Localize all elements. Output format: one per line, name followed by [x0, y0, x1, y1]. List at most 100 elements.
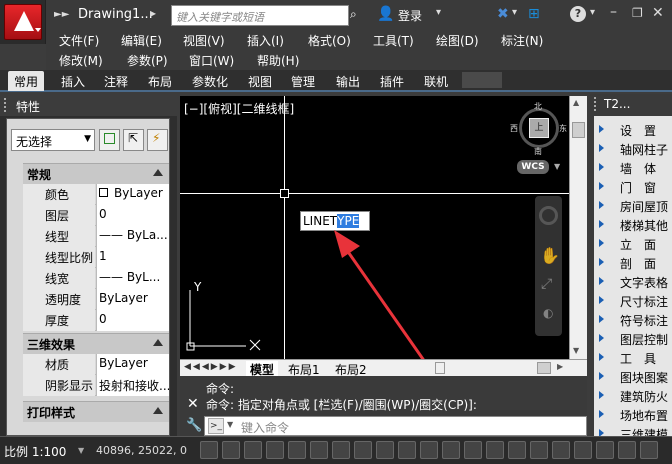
close-command-icon[interactable]: ✕ [187, 396, 199, 412]
annotation-scale[interactable]: 比例 1:100 [4, 443, 66, 460]
grip-icon[interactable] [594, 97, 598, 111]
grip-icon[interactable] [4, 98, 8, 112]
menu-help[interactable]: 帮助(H) [257, 52, 299, 69]
section-plot-style[interactable]: 打印样式 [23, 401, 169, 422]
section-general[interactable]: 常规 [23, 163, 169, 184]
ortho-mode-icon[interactable] [244, 441, 262, 459]
menu-dimension[interactable]: 标注(N) [501, 32, 543, 49]
workspace-switch-icon[interactable] [596, 441, 614, 459]
menu-tools[interactable]: 工具(T) [373, 32, 414, 49]
list-item[interactable]: 建筑防火 [594, 386, 672, 405]
list-item[interactable]: 楼梯其他 [594, 215, 672, 234]
property-row[interactable]: 颜色 ByLayer [23, 184, 169, 205]
property-row[interactable]: 材质 ByLayer [23, 354, 169, 375]
list-item[interactable]: 轴网柱子 [594, 139, 672, 158]
tab-view[interactable]: 视图 [248, 73, 272, 90]
property-row[interactable]: 线型比例 1 [23, 247, 169, 268]
property-value[interactable]: ByLayer [96, 184, 169, 205]
title-more-icon[interactable]: ▸ [150, 6, 156, 20]
property-row[interactable]: 线型 —— ByLa... [23, 226, 169, 247]
close-icon[interactable]: ✕ [652, 5, 664, 21]
property-value[interactable]: 投射和接收... [96, 375, 169, 396]
list-item[interactable]: 门 窗 [594, 177, 672, 196]
tab-layout[interactable]: 布局 [148, 73, 172, 90]
quick-select-button[interactable]: ⚡ [147, 129, 168, 151]
zoom-status-icon[interactable] [574, 441, 592, 459]
quick-view-layouts-icon[interactable] [508, 441, 526, 459]
lock-icon[interactable] [618, 441, 636, 459]
menu-file[interactable]: 文件(F) [59, 32, 99, 49]
quick-properties-icon[interactable] [442, 441, 460, 459]
command-dropdown-icon[interactable]: ▼ [227, 420, 233, 429]
tab-output[interactable]: 输出 [336, 73, 360, 90]
clean-screen-icon[interactable] [640, 441, 658, 459]
tab-annotate[interactable]: 注释 [104, 73, 128, 90]
tab-nav-icons[interactable]: ◀◀◀▶▶▶ [184, 362, 238, 372]
lineweight-icon[interactable] [398, 441, 416, 459]
connect-icon[interactable]: ⊞ [528, 6, 540, 22]
list-item[interactable]: 文字表格 [594, 272, 672, 291]
quick-view-drawings-icon[interactable] [530, 441, 548, 459]
exchange-dropdown-icon[interactable]: ▾ [512, 7, 517, 18]
list-item[interactable]: 场地布置 [594, 405, 672, 424]
model-space-icon[interactable] [486, 441, 504, 459]
property-row[interactable]: 透明度 ByLayer [23, 289, 169, 310]
grid-display-icon[interactable] [222, 441, 240, 459]
list-item[interactable]: 剖 面 [594, 253, 672, 272]
viewport-controls-label[interactable]: [−][俯视][二维线框] [184, 100, 294, 117]
property-row[interactable]: 线宽 —— ByL... [23, 268, 169, 289]
menu-edit[interactable]: 编辑(E) [121, 32, 162, 49]
property-value[interactable]: ByLayer [96, 289, 169, 310]
snap-mode-icon[interactable] [200, 441, 218, 459]
ribbon-toggle-button[interactable] [462, 72, 502, 88]
list-item[interactable]: 图块图案 [594, 367, 672, 386]
wrench-icon[interactable]: 🔧 [186, 418, 202, 433]
restore-icon[interactable]: ❐ [632, 6, 643, 20]
list-item[interactable]: 立 面 [594, 234, 672, 253]
list-item[interactable]: 墙 体 [594, 158, 672, 177]
application-menu-button[interactable] [0, 0, 46, 44]
dynamic-input-icon[interactable] [376, 441, 394, 459]
viewcube-top-face[interactable]: 上 [529, 118, 549, 138]
menu-parametric[interactable]: 参数(P) [127, 52, 168, 69]
tab-insert[interactable]: 插入 [61, 73, 85, 90]
vertical-scrollbar[interactable]: ▲ ▼ [569, 96, 587, 359]
property-value[interactable]: —— ByL... [96, 268, 169, 289]
scroll-down-icon[interactable]: ▼ [573, 346, 579, 355]
login-link[interactable]: 登录 [398, 7, 422, 24]
quick-access-arrow-icon[interactable]: ►► [54, 9, 69, 20]
list-item[interactable]: 设 置 [594, 120, 672, 139]
command-input[interactable]: >_ ▼ 键入命令 [204, 416, 587, 436]
steering-wheel-icon[interactable] [539, 206, 558, 225]
property-row[interactable]: 厚度 0 [23, 310, 169, 331]
object-snap-icon[interactable] [288, 441, 306, 459]
zoom-extents-icon[interactable]: ⤢ [541, 276, 552, 292]
binoculars-icon[interactable]: ⌕ [350, 7, 357, 22]
property-row[interactable]: 阴影显示 投射和接收... [23, 375, 169, 396]
list-item[interactable]: 三维建模 [594, 424, 672, 436]
select-objects-button[interactable]: ⇱ [123, 129, 144, 151]
otrack-icon[interactable] [332, 441, 350, 459]
property-value[interactable]: —— ByLa... [96, 226, 169, 247]
hscroll-left-button[interactable] [435, 362, 445, 374]
3d-object-snap-icon[interactable] [310, 441, 328, 459]
menu-draw[interactable]: 绘图(D) [436, 32, 479, 49]
property-value[interactable]: 0 [96, 205, 169, 226]
ducs-icon[interactable] [354, 441, 372, 459]
list-item[interactable]: 尺寸标注 [594, 291, 672, 310]
scale-dropdown-icon[interactable]: ▼ [78, 446, 84, 455]
hscroll-thumb[interactable] [537, 362, 551, 374]
drawing-canvas[interactable]: [−][俯视][二维线框] LINETYPE 上 北 南 东 西 WCS ▼ ✋… [180, 96, 569, 373]
selection-cycling-icon[interactable] [464, 441, 482, 459]
list-item[interactable]: 工 具 [594, 348, 672, 367]
help-dropdown-icon[interactable]: ▾ [590, 7, 595, 18]
property-value[interactable]: 1 [96, 247, 169, 268]
coordinates-readout[interactable]: 40896, 25022, 0 [96, 444, 187, 457]
wcs-button[interactable]: WCS [517, 160, 549, 174]
list-item[interactable]: 图层控制 [594, 329, 672, 348]
scroll-up-icon[interactable]: ▲ [573, 98, 579, 107]
toggle-pickadd-button[interactable] [99, 129, 120, 151]
tab-parametric[interactable]: 参数化 [192, 73, 228, 90]
menu-format[interactable]: 格式(O) [308, 32, 351, 49]
wcs-dropdown-icon[interactable]: ▼ [554, 162, 560, 171]
